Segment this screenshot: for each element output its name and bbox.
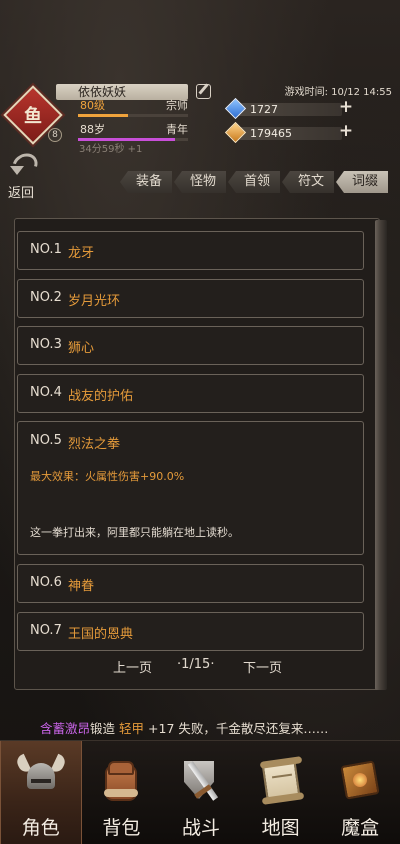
add-gold-gem-button[interactable]: + — [338, 123, 354, 140]
list-item-expanded[interactable]: NO.5 烈法之拳 最大效果：火属性伤害+90.0% 这一拳打出来，阿里都只能躺… — [17, 421, 364, 555]
resource-value: 1727 — [250, 103, 278, 116]
entry-number: NO.6 — [30, 575, 62, 590]
level-row: 80级 宗师 — [78, 99, 190, 113]
prev-page-button[interactable]: 上一页 — [113, 657, 152, 676]
entry-title: 烈法之拳 — [68, 437, 121, 452]
entry-title: 狮心 — [68, 341, 95, 356]
back-arrow-head — [10, 166, 24, 175]
next-page-button[interactable]: 下一页 — [243, 657, 282, 676]
entry-number: NO.3 — [30, 337, 62, 352]
age-row: 88岁 青年 — [78, 123, 190, 137]
list-item[interactable]: NO.2 岁月光环 — [17, 279, 364, 318]
edit-name-icon[interactable] — [196, 84, 211, 99]
list-item[interactable]: NO.1 龙牙 — [17, 231, 364, 270]
back-label: 返回 — [8, 186, 35, 201]
nav-label: 地图 — [261, 817, 300, 839]
back-arrow-icon — [8, 148, 42, 182]
entry-description: 这一拳打出来，阿里都只能躺在地上读秒。 — [30, 526, 239, 539]
tab-affixes[interactable]: 词缀 — [336, 171, 388, 193]
list-item[interactable]: NO.4 战友的护佑 — [17, 374, 364, 413]
entry-effect: 最大效果：火属性伤害+90.0% — [30, 470, 185, 483]
bottom-nav: 角色 背包 战斗 地图 魔盒 — [0, 740, 400, 844]
nav-label: 背包 — [102, 817, 141, 839]
tab-bar: 装备 怪物 首领 符文 词缀 — [120, 171, 388, 193]
entry-title: 战友的护佑 — [68, 389, 134, 404]
avatar-badge: 8 — [48, 128, 62, 142]
nav-label: 角色 — [21, 817, 60, 839]
nav-character[interactable]: 角色 — [0, 741, 82, 844]
player-avatar[interactable]: 鱼 8 — [3, 85, 63, 145]
tab-equipment[interactable]: 装备 — [120, 171, 172, 193]
map-scroll-icon — [258, 755, 304, 805]
timer-text: 34分59秒 +1 — [79, 144, 143, 155]
page-indicator: ·1/15· — [177, 657, 215, 672]
list-item[interactable]: NO.7 王国的恩典 — [17, 612, 364, 651]
game-time: 游戏时间: 10/12 14:55 — [284, 87, 392, 98]
nav-label: 魔盒 — [341, 817, 380, 839]
ticker-rest: +17 失败，千金散尽还复来…… — [148, 721, 329, 736]
level-progress-bar — [78, 114, 188, 117]
sword-shield-icon — [178, 755, 224, 805]
player-name: 依依妖妖 — [56, 84, 188, 100]
resource-blue-gem: 1727 + — [224, 97, 354, 120]
entry-title: 神眷 — [68, 579, 95, 594]
broadcast-ticker: 含蓄激昂锻造 轻甲 +17 失败，千金散尽还复来…… — [0, 718, 400, 740]
backpack-icon — [98, 755, 144, 805]
entry-number: NO.5 — [30, 433, 62, 448]
level-text: 80级 — [80, 99, 105, 112]
entry-title: 龙牙 — [68, 246, 95, 261]
entry-number: NO.7 — [30, 623, 62, 638]
panel-scroll-edge[interactable] — [375, 220, 387, 690]
entry-number: NO.2 — [30, 290, 62, 305]
pagination: 上一页 ·1/15· 下一页 — [15, 657, 381, 676]
entry-title: 岁月光环 — [68, 294, 121, 309]
tab-runes[interactable]: 符文 — [282, 171, 334, 193]
ticker-player: 含蓄激昂 — [40, 721, 91, 736]
add-blue-gem-button[interactable]: + — [338, 99, 354, 116]
resource-value: 179465 — [250, 127, 292, 140]
resource-gold-gem: 179465 + — [224, 121, 354, 144]
nav-label: 战斗 — [181, 817, 220, 839]
tab-bosses[interactable]: 首领 — [228, 171, 280, 193]
entry-number: NO.4 — [30, 385, 62, 400]
age-text: 88岁 — [80, 123, 105, 136]
nav-map[interactable]: 地图 — [241, 741, 321, 844]
nav-backpack[interactable]: 背包 — [82, 741, 162, 844]
magic-box-icon — [337, 755, 383, 805]
back-button[interactable]: 返回 — [6, 148, 46, 201]
list-item[interactable]: NO.3 狮心 — [17, 326, 364, 365]
nav-battle[interactable]: 战斗 — [161, 741, 241, 844]
entry-title: 王国的恩典 — [68, 627, 134, 642]
ticker-item: 轻甲 — [119, 721, 145, 736]
list-item[interactable]: NO.6 神眷 — [17, 564, 364, 603]
level-progress-fill — [78, 114, 128, 117]
entry-number: NO.1 — [30, 242, 62, 257]
nav-magic-box[interactable]: 魔盒 — [320, 741, 400, 844]
ticker-verb: 锻造 — [90, 721, 116, 736]
tab-monsters[interactable]: 怪物 — [174, 171, 226, 193]
age-stage-text: 青年 — [166, 123, 188, 136]
rank-text: 宗师 — [166, 99, 188, 112]
helmet-icon — [14, 753, 68, 805]
